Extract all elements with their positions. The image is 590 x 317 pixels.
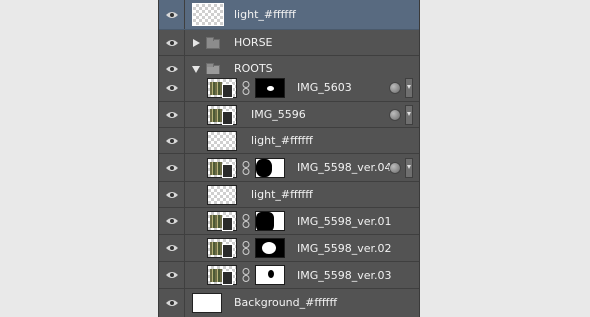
- layer-thumbnail: [207, 105, 237, 125]
- layer-mask-thumbnail[interactable]: [255, 265, 285, 285]
- eye-icon: [166, 39, 178, 46]
- layer-mask-thumbnail[interactable]: [255, 78, 285, 98]
- layer-thumbnail: [207, 211, 237, 231]
- layer-row-light-top[interactable]: light_#ffffff: [159, 0, 419, 30]
- layer-row-img5598-ver03[interactable]: IMG_5598_ver.03: [159, 262, 419, 289]
- effects-expand-arrow[interactable]: [405, 105, 413, 125]
- chain-link-icon[interactable]: [242, 81, 250, 95]
- visibility-toggle[interactable]: [159, 128, 185, 153]
- layer-row-img5603[interactable]: IMG_5603: [159, 74, 419, 102]
- layer-row-img5596[interactable]: IMG_5596: [159, 102, 419, 128]
- eye-icon: [166, 84, 178, 91]
- layer-name[interactable]: IMG_5596: [251, 102, 306, 128]
- disclosure-triangle-icon[interactable]: [192, 66, 200, 73]
- chain-link-icon[interactable]: [242, 214, 250, 228]
- layer-thumbnail: [207, 265, 237, 285]
- eye-icon: [166, 191, 178, 198]
- eye-icon: [166, 272, 178, 278]
- eye-icon: [166, 111, 178, 118]
- chain-link-icon[interactable]: [242, 241, 250, 255]
- eye-icon: [166, 164, 178, 171]
- effects-icon[interactable]: [389, 109, 401, 121]
- layers-panel: light_#ffffff HORSE ROOTS IMG_5603 IMG_5…: [158, 0, 420, 317]
- layer-thumbnail: [207, 131, 237, 151]
- visibility-toggle[interactable]: [159, 289, 185, 317]
- layer-thumbnail: [207, 78, 237, 98]
- layer-mask-thumbnail[interactable]: [255, 238, 285, 258]
- eye-icon: [166, 137, 178, 144]
- layer-row-img5598-ver01[interactable]: IMG_5598_ver.01: [159, 208, 419, 235]
- eye-icon: [166, 65, 178, 72]
- eye-icon: [166, 11, 178, 18]
- eye-icon: [166, 218, 178, 224]
- layer-row-light-2[interactable]: light_#ffffff: [159, 128, 419, 154]
- layer-thumbnail: [207, 185, 237, 205]
- visibility-toggle[interactable]: [159, 208, 185, 234]
- effects-expand-arrow[interactable]: [405, 78, 413, 98]
- chain-link-icon[interactable]: [242, 161, 250, 175]
- layer-mask-thumbnail[interactable]: [255, 211, 285, 231]
- layer-row-light-3[interactable]: light_#ffffff: [159, 182, 419, 208]
- folder-icon: [206, 37, 220, 49]
- layer-name[interactable]: light_#ffffff: [251, 182, 313, 208]
- layer-name[interactable]: IMG_5598_ver.02: [297, 235, 392, 262]
- visibility-toggle[interactable]: [159, 154, 185, 181]
- visibility-toggle[interactable]: [159, 74, 185, 101]
- chain-link-icon[interactable]: [242, 268, 250, 282]
- group-name[interactable]: HORSE: [234, 30, 273, 56]
- layer-row-img5598-ver04[interactable]: IMG_5598_ver.04: [159, 154, 419, 182]
- eye-icon: [166, 300, 178, 306]
- disclosure-triangle-icon[interactable]: [193, 39, 200, 47]
- layer-name[interactable]: light_#ffffff: [251, 128, 313, 154]
- layer-name[interactable]: Background_#ffffff: [234, 289, 337, 317]
- layer-thumbnail: [207, 238, 237, 258]
- layer-row-img5598-ver02[interactable]: IMG_5598_ver.02: [159, 235, 419, 262]
- effects-icon[interactable]: [389, 82, 401, 94]
- visibility-toggle[interactable]: [159, 262, 185, 288]
- layer-name[interactable]: IMG_5598_ver.03: [297, 262, 392, 289]
- layer-thumbnail: [207, 158, 237, 178]
- visibility-toggle[interactable]: [159, 0, 185, 29]
- visibility-toggle[interactable]: [159, 102, 185, 127]
- visibility-toggle[interactable]: [159, 235, 185, 261]
- layer-name[interactable]: IMG_5598_ver.01: [297, 208, 392, 235]
- layer-name[interactable]: light_#ffffff: [234, 0, 296, 30]
- eye-icon: [166, 245, 178, 251]
- visibility-toggle[interactable]: [159, 30, 185, 55]
- layer-group-horse[interactable]: HORSE: [159, 30, 419, 56]
- effects-icon[interactable]: [389, 162, 401, 174]
- visibility-toggle[interactable]: [159, 182, 185, 207]
- effects-expand-arrow[interactable]: [405, 158, 413, 178]
- layer-mask-thumbnail[interactable]: [255, 158, 285, 178]
- layer-row-background[interactable]: Background_#ffffff: [159, 289, 419, 317]
- layer-name[interactable]: IMG_5603: [297, 74, 352, 102]
- layer-thumbnail: [192, 3, 224, 26]
- layer-thumbnail: [192, 293, 222, 313]
- layer-name[interactable]: IMG_5598_ver.04: [297, 154, 392, 182]
